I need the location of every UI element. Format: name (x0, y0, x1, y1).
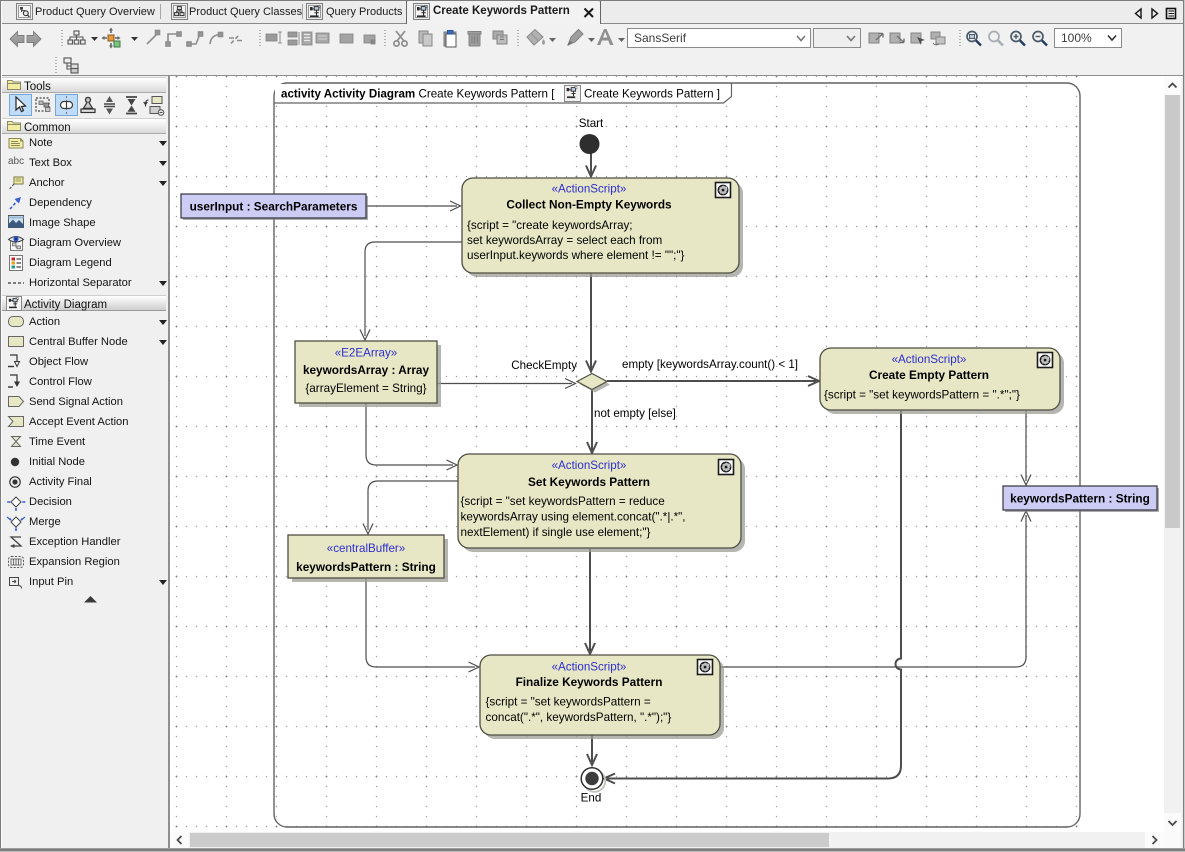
svg-text:{script = "create keywordsArra: {script = "create keywordsArray; (467, 219, 633, 232)
svg-text:keywordsArray : Array: keywordsArray : Array (303, 363, 430, 377)
svg-text:End: End (581, 792, 602, 805)
svg-text:set keywordsArray = select eac: set keywordsArray = select each from (467, 234, 662, 247)
svg-text:Finalize Keywords Pattern: Finalize Keywords Pattern (516, 675, 663, 689)
svg-text:userInput.keywords where eleme: userInput.keywords where element != "";"… (467, 249, 685, 262)
svg-text:{arrayElement = String}: {arrayElement = String} (305, 382, 426, 395)
svg-text:concat(".*", keywordsPattern,: concat(".*", keywordsPattern, ".*");"} (486, 711, 672, 724)
svg-text:«ActionScript»: «ActionScript» (552, 459, 627, 472)
svg-text:empty [keywordsArray.count() <: empty [keywordsArray.count() < 1] (622, 358, 798, 371)
svg-text:activity Activity Diagram Cre: activity Activity Diagram Create Keyword… (281, 88, 555, 101)
svg-text:«ActionScript»: «ActionScript» (552, 183, 627, 196)
svg-text:{script = "set keywordsPattern: {script = "set keywordsPattern = ".*";"} (824, 389, 1020, 402)
svg-text:Set Keywords Pattern: Set Keywords Pattern (528, 475, 650, 489)
svg-text:keywordsPattern : String: keywordsPattern : String (296, 560, 436, 574)
svg-text:Create Empty Pattern: Create Empty Pattern (869, 368, 989, 382)
svg-text:«E2EArray»: «E2EArray» (335, 347, 398, 360)
svg-text:nextElement) if single use ele: nextElement) if single use element;"} (461, 526, 651, 539)
svg-text:Start: Start (579, 117, 604, 130)
svg-text:«centralBuffer»: «centralBuffer» (327, 542, 405, 555)
svg-text:«ActionScript»: «ActionScript» (552, 661, 627, 674)
svg-text:CheckEmpty: CheckEmpty (511, 359, 577, 372)
svg-text:userInput : SearchParameters: userInput : SearchParameters (190, 200, 358, 214)
svg-text:{script = "set keywordsPattern: {script = "set keywordsPattern = (486, 696, 651, 709)
svg-text:keywordsPattern : String: keywordsPattern : String (1010, 492, 1150, 506)
svg-text:{script = "set keywordsPattern: {script = "set keywordsPattern = reduce (461, 495, 665, 508)
svg-text:«ActionScript»: «ActionScript» (892, 353, 967, 366)
svg-text:Create Keywords Pattern ]: Create Keywords Pattern ] (584, 88, 720, 101)
svg-text:not empty [else]: not empty [else] (594, 407, 676, 420)
svg-text:abc: abc (8, 156, 24, 167)
svg-text:keywordsArray using element.co: keywordsArray using element.concat(".*|.… (461, 511, 686, 524)
svg-text:Collect Non-Empty Keywords: Collect Non-Empty Keywords (506, 198, 672, 212)
